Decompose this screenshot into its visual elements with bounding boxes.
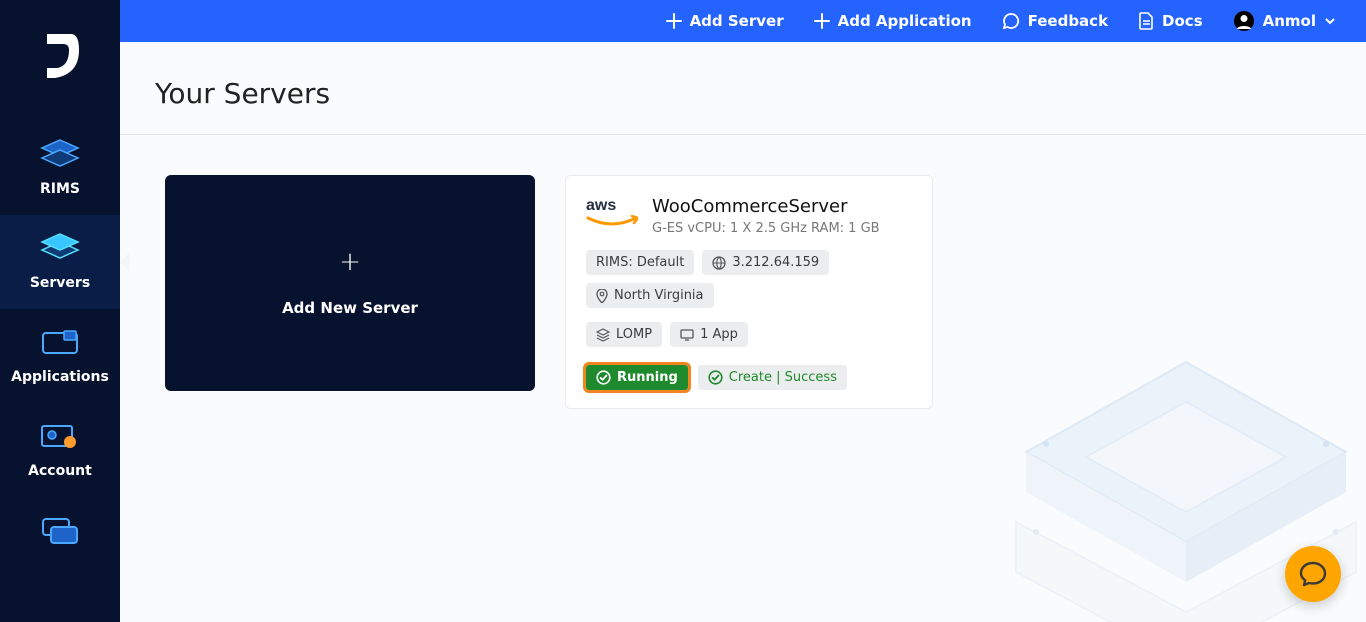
- chat-bubble-icon: [1299, 560, 1327, 588]
- avatar-icon: [1233, 10, 1255, 32]
- topbar-label: Docs: [1162, 12, 1203, 30]
- add-server-button[interactable]: Add Server: [666, 12, 784, 30]
- svg-text:aws: aws: [586, 197, 616, 214]
- sidebar-item-account[interactable]: Account: [0, 403, 120, 497]
- monitor-icon: [680, 329, 694, 341]
- topbar-label: Add Application: [838, 12, 972, 30]
- add-new-server-card[interactable]: + Add New Server: [165, 175, 535, 391]
- status-running-badge[interactable]: Running: [586, 365, 688, 390]
- provider-logo-aws: aws: [586, 196, 638, 234]
- servers-icon: [38, 229, 82, 269]
- sidebar-item-label: RIMS: [40, 181, 80, 197]
- user-menu[interactable]: Anmol: [1233, 10, 1336, 32]
- sidebar-item-extra[interactable]: [0, 497, 120, 557]
- applications-icon: [38, 323, 82, 363]
- plus-icon: [666, 13, 682, 29]
- stack-badge[interactable]: LOMP: [586, 322, 662, 347]
- apps-badge[interactable]: 1 App: [670, 322, 748, 347]
- add-card-label: Add New Server: [282, 299, 418, 317]
- chat-fab[interactable]: [1285, 546, 1341, 602]
- sidebar-item-rims[interactable]: RIMS: [0, 121, 120, 215]
- globe-icon: [712, 256, 726, 270]
- sidebar-item-servers[interactable]: Servers: [0, 215, 120, 309]
- server-badges-row-2: LOMP 1 App: [586, 322, 912, 347]
- account-icon: [38, 417, 82, 457]
- extra-icon: [38, 511, 82, 551]
- topbar-label: Add Server: [690, 12, 784, 30]
- docs-button[interactable]: Docs: [1138, 12, 1203, 30]
- sidebar-item-label: Applications: [11, 369, 109, 385]
- server-cards-row: + Add New Server aws WooCommerceServer G…: [120, 135, 1366, 409]
- user-name: Anmol: [1263, 12, 1316, 30]
- layers-icon: [596, 328, 610, 342]
- chevron-down-icon: [1324, 15, 1336, 27]
- status-create-badge[interactable]: Create | Success: [698, 365, 847, 390]
- sidebar-item-applications[interactable]: Applications: [0, 309, 120, 403]
- chat-icon: [1002, 12, 1020, 30]
- page-title: Your Servers: [120, 42, 1366, 135]
- logo-icon: [39, 30, 81, 82]
- server-name: WooCommerceServer: [652, 196, 880, 217]
- server-badges-row-1: RIMS: Default 3.212.64.159 North Virgini…: [586, 250, 912, 308]
- plus-icon: [814, 13, 830, 29]
- check-circle-icon: [708, 370, 723, 385]
- pin-icon: [596, 289, 608, 303]
- sidebar-item-label: Servers: [30, 275, 90, 291]
- sidebar: RIMS Servers Applications: [0, 0, 120, 622]
- ip-badge[interactable]: 3.212.64.159: [702, 250, 829, 275]
- check-circle-icon: [596, 370, 611, 385]
- server-status-row: Running Create | Success: [586, 365, 912, 390]
- server-spec: G-ES vCPU: 1 X 2.5 GHz RAM: 1 GB: [652, 221, 880, 236]
- add-application-button[interactable]: Add Application: [814, 12, 972, 30]
- brand-logo: [39, 30, 81, 86]
- rims-icon: [38, 135, 82, 175]
- sidebar-item-label: Account: [28, 463, 92, 479]
- region-badge[interactable]: North Virginia: [586, 283, 714, 308]
- topbar-label: Feedback: [1028, 12, 1108, 30]
- server-card-header: aws WooCommerceServer G-ES vCPU: 1 X 2.5…: [586, 196, 912, 236]
- feedback-button[interactable]: Feedback: [1002, 12, 1108, 30]
- doc-icon: [1138, 12, 1154, 30]
- topbar: Add Server Add Application Feedback Docs…: [120, 0, 1366, 42]
- rims-badge[interactable]: RIMS: Default: [586, 250, 694, 275]
- server-card[interactable]: aws WooCommerceServer G-ES vCPU: 1 X 2.5…: [565, 175, 933, 409]
- plus-icon: +: [339, 249, 361, 275]
- main: Your Servers + Add New Server aws WooCom…: [120, 42, 1366, 622]
